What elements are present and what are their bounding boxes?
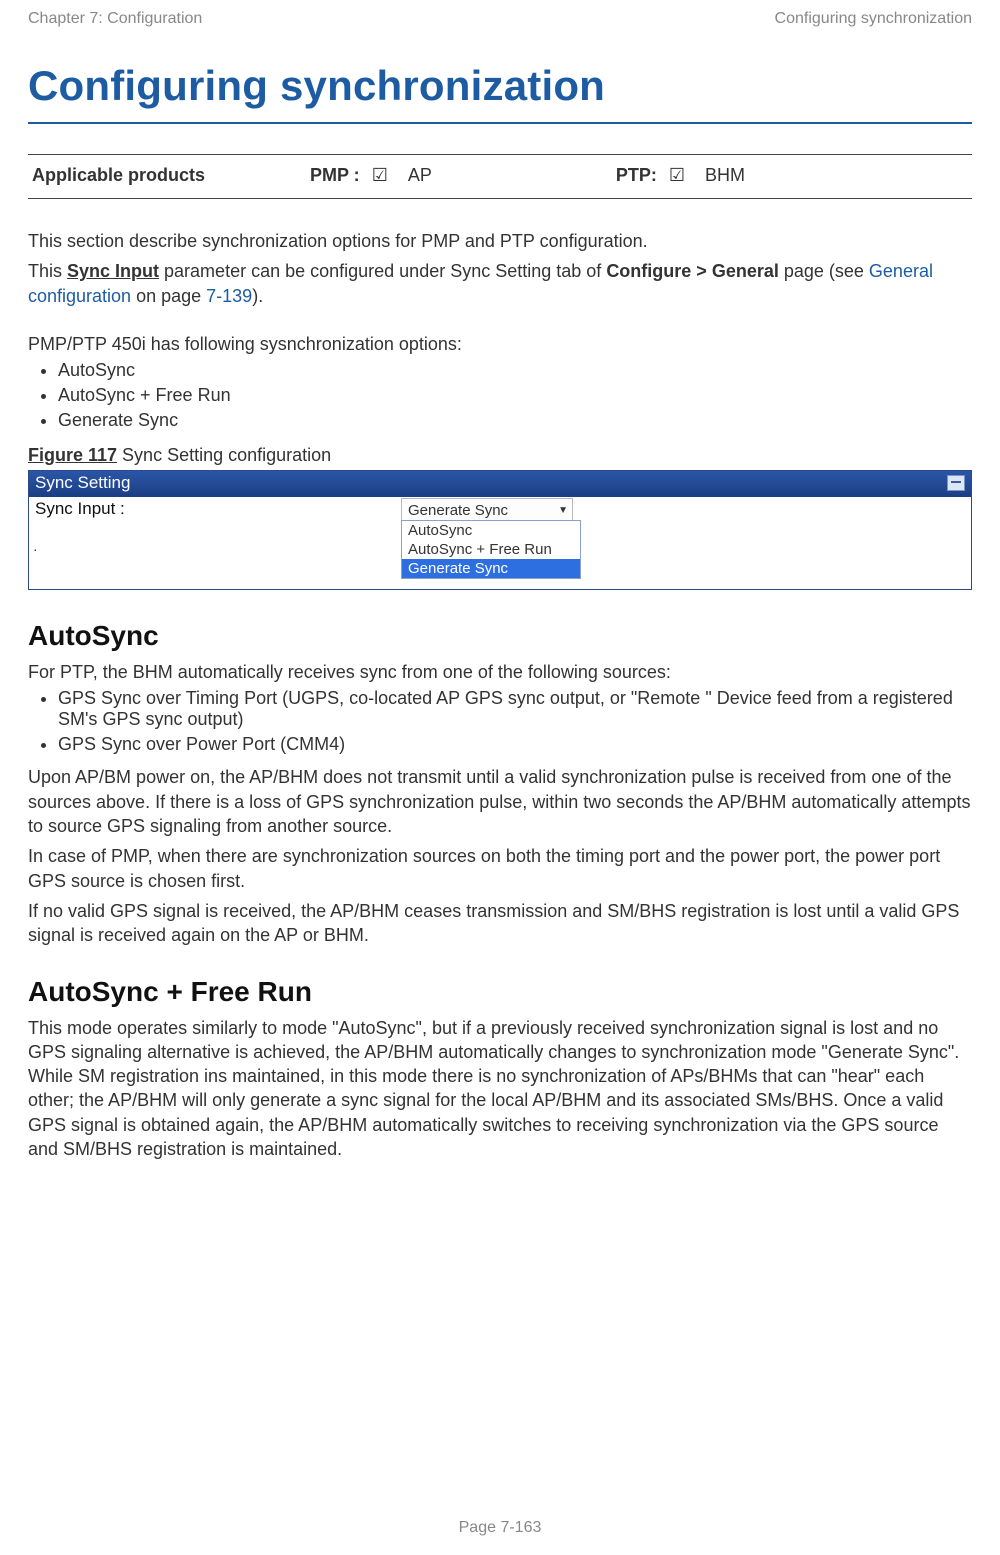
list-item: GPS Sync over Power Port (CMM4): [58, 734, 972, 755]
autosync-heading: AutoSync: [28, 620, 972, 652]
page-ref-link[interactable]: 7-139: [206, 286, 252, 306]
ptp-label: PTP:: [616, 165, 657, 186]
sync-input-term: Sync Input: [67, 261, 159, 281]
dropdown-option-selected[interactable]: Generate Sync: [402, 559, 580, 578]
sync-input-select[interactable]: Generate Sync ▼: [401, 498, 573, 522]
page-footer: Page 7-163: [0, 1519, 1000, 1537]
applicable-products-label: Applicable products: [32, 165, 302, 186]
sync-input-label: Sync Input :: [35, 499, 125, 518]
intro-paragraph-2: This Sync Input parameter can be configu…: [28, 259, 972, 308]
dropdown-option[interactable]: AutoSync + Free Run: [402, 540, 580, 559]
ptp-value: BHM: [697, 165, 745, 186]
autosync-p3: In case of PMP, when there are synchroni…: [28, 844, 972, 893]
pmp-checkbox-icon: ☑: [368, 165, 392, 186]
options-lead: PMP/PTP 450i has following sysnchronizat…: [28, 332, 972, 356]
sync-panel-title: Sync Setting: [35, 473, 130, 493]
page-header: Chapter 7: Configuration Configuring syn…: [28, 10, 972, 28]
chevron-down-icon: ▼: [558, 505, 568, 516]
minimize-icon[interactable]: [947, 475, 965, 491]
autosync-p2: Upon AP/BM power on, the AP/BHM does not…: [28, 765, 972, 838]
sync-panel-header: Sync Setting: [29, 471, 971, 497]
list-item: AutoSync: [58, 360, 972, 381]
options-list: AutoSync AutoSync + Free Run Generate Sy…: [28, 360, 972, 431]
autosync-p4: If no valid GPS signal is received, the …: [28, 899, 972, 948]
header-right: Configuring synchronization: [775, 10, 972, 28]
list-item: GPS Sync over Timing Port (UGPS, co-loca…: [58, 688, 972, 730]
list-item: AutoSync + Free Run: [58, 385, 972, 406]
list-item: Generate Sync: [58, 410, 972, 431]
header-left: Chapter 7: Configuration: [28, 10, 202, 28]
dropdown-option[interactable]: AutoSync: [402, 521, 580, 540]
applicable-products-row: Applicable products PMP : ☑ AP PTP: ☑ BH…: [28, 154, 972, 199]
ptp-checkbox-icon: ☑: [665, 165, 689, 186]
configure-general-term: Configure > General: [606, 261, 779, 281]
title-rule: [28, 122, 972, 124]
figure-caption: Figure 117 Sync Setting configuration: [28, 445, 972, 466]
page-number: Page 7-163: [459, 1519, 542, 1536]
page-title: Configuring synchronization: [28, 62, 972, 110]
freerun-heading: AutoSync + Free Run: [28, 976, 972, 1008]
pmp-label: PMP :: [310, 165, 360, 186]
pmp-value: AP: [400, 165, 608, 186]
autosync-p1: For PTP, the BHM automatically receives …: [28, 660, 972, 684]
sync-setting-panel: Sync Setting Sync Input : · Generate Syn…: [28, 470, 972, 590]
freerun-p1: This mode operates similarly to mode "Au…: [28, 1016, 972, 1162]
dot-icon: ·: [33, 541, 38, 557]
autosync-list: GPS Sync over Timing Port (UGPS, co-loca…: [28, 688, 972, 755]
figure-number: Figure 117: [28, 445, 117, 465]
sync-input-dropdown[interactable]: AutoSync AutoSync + Free Run Generate Sy…: [401, 520, 581, 579]
intro-paragraph-1: This section describe synchronization op…: [28, 229, 972, 253]
sync-input-selected: Generate Sync: [408, 502, 508, 519]
